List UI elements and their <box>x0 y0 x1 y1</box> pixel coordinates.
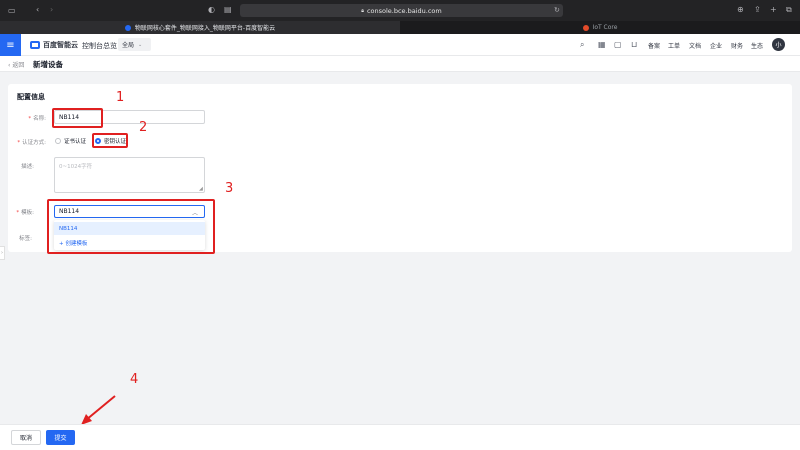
chevron-right-icon: › <box>1 250 3 256</box>
cancel-button[interactable]: 取消 <box>11 430 41 445</box>
footer-bar <box>0 424 800 450</box>
annotation-arrow <box>81 395 116 425</box>
side-collapse-handle[interactable]: › <box>0 246 5 260</box>
submit-button[interactable]: 提交 <box>46 430 75 445</box>
